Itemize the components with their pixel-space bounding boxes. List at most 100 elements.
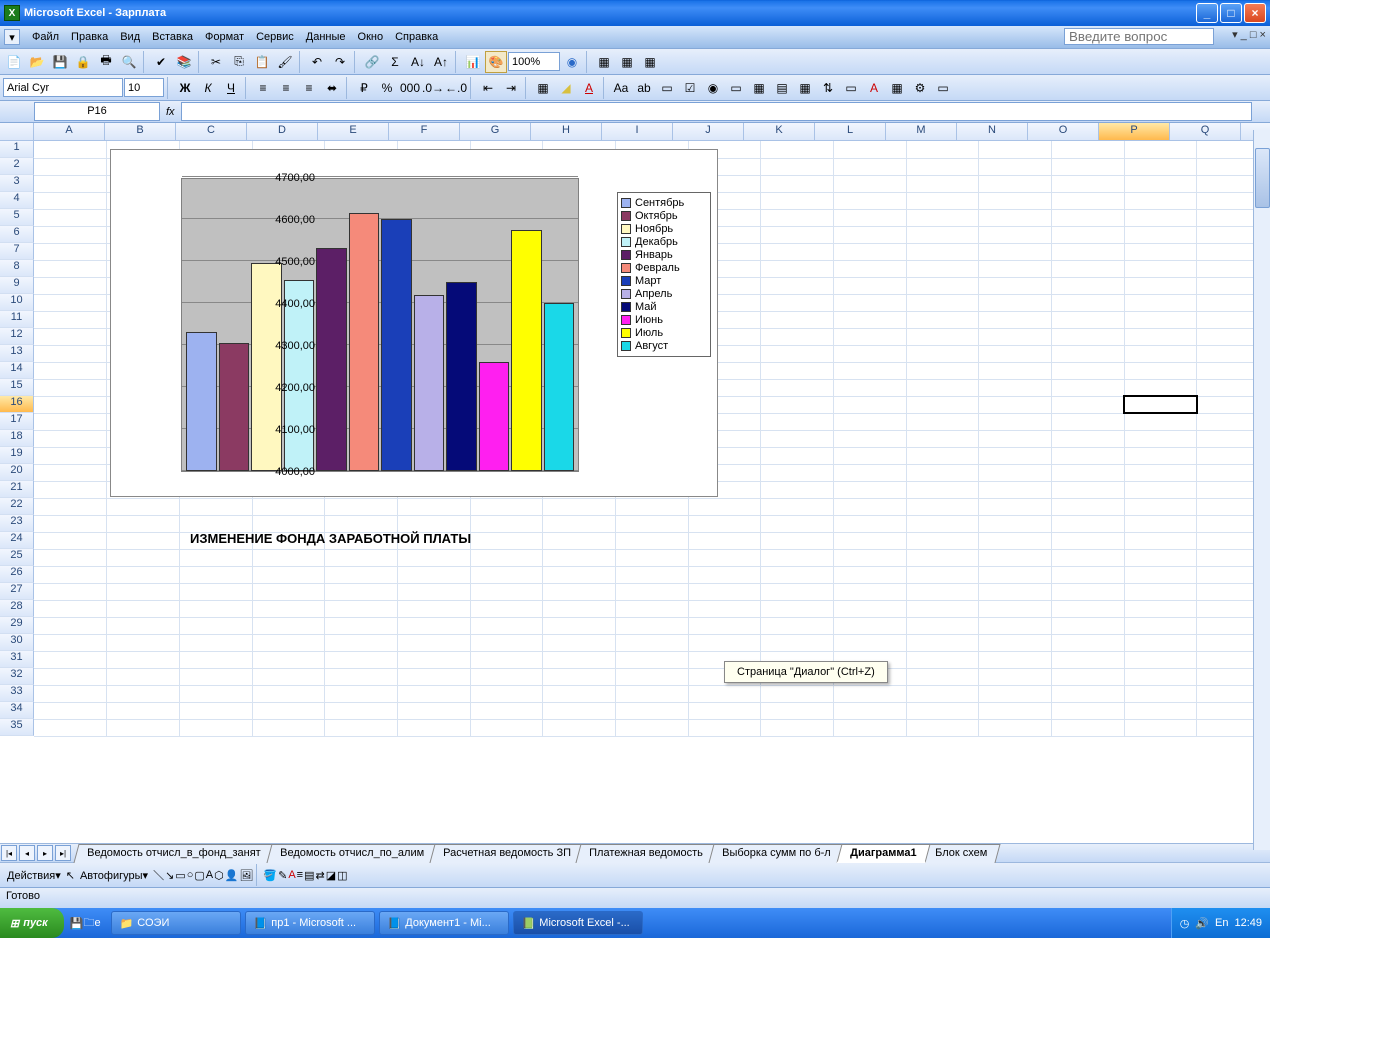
tray-icon[interactable]: ◷	[1180, 917, 1190, 930]
menu-Окно[interactable]: Окно	[352, 29, 390, 45]
legend-item[interactable]: Июнь	[621, 314, 707, 326]
shadow-button[interactable]: ◪	[326, 869, 336, 882]
line-button[interactable]: ＼	[153, 867, 164, 883]
bar-Сентябрь[interactable]	[186, 332, 217, 471]
currency-button[interactable]: ₽	[353, 77, 375, 99]
row-header[interactable]: 24	[0, 532, 34, 549]
row-header[interactable]: 15	[0, 379, 34, 396]
tray-icon[interactable]: 🔊	[1195, 917, 1209, 930]
sheet-tab[interactable]: Ведомость отчисл_в_фонд_занят	[73, 844, 274, 863]
bar-Июнь[interactable]	[479, 362, 510, 471]
chart-legend[interactable]: СентябрьОктябрьНоябрьДекабрьЯнварьФеврал…	[617, 192, 711, 357]
formula-bar[interactable]	[181, 102, 1252, 121]
doc-window-controls[interactable]: ▾ _ □ ×	[1232, 28, 1266, 41]
row-header[interactable]: 29	[0, 617, 34, 634]
maximize-button[interactable]: □	[1220, 3, 1242, 23]
col-header-D[interactable]: D	[247, 123, 318, 140]
line-style-button[interactable]: ≡	[297, 869, 303, 881]
actions-menu[interactable]: Действия▾	[3, 869, 65, 882]
ext-button-1[interactable]: ▦	[593, 51, 615, 73]
legend-item[interactable]: Март	[621, 275, 707, 287]
menu-Данные[interactable]: Данные	[300, 29, 352, 45]
print-button[interactable]: 🖶	[95, 51, 117, 73]
font-color-button[interactable]: A	[578, 77, 600, 99]
sheet-tab[interactable]: Платежная ведомость	[576, 844, 717, 863]
wordart-button[interactable]: A	[206, 869, 213, 881]
bar-Ноябрь[interactable]	[251, 263, 282, 471]
bar-Март[interactable]	[381, 219, 412, 471]
dec-decimal-button[interactable]: ←.0	[445, 77, 467, 99]
row-header[interactable]: 12	[0, 328, 34, 345]
rectangle-button[interactable]: ▭	[175, 869, 185, 882]
taskbar-button[interactable]: 📁СОЭИ	[111, 911, 241, 935]
tab-nav-prev[interactable]: ◂	[19, 845, 35, 861]
row-header[interactable]: 26	[0, 566, 34, 583]
drawing-button[interactable]: 🎨	[485, 51, 507, 73]
clipart-button[interactable]: 👤	[225, 869, 239, 882]
forms-button-3[interactable]: ▭	[656, 77, 678, 99]
bar-Июль[interactable]	[511, 230, 542, 472]
inc-decimal-button[interactable]: .0→	[422, 77, 444, 99]
row-header[interactable]: 10	[0, 294, 34, 311]
legend-item[interactable]: Февраль	[621, 262, 707, 274]
italic-button[interactable]: К	[197, 77, 219, 99]
open-button[interactable]: 📂	[26, 51, 48, 73]
forms-button-11[interactable]: ▭	[840, 77, 862, 99]
fx-icon[interactable]: fx	[166, 106, 175, 118]
forms-button-2[interactable]: ab	[633, 77, 655, 99]
row-header[interactable]: 11	[0, 311, 34, 328]
taskbar-button[interactable]: 📗Microsoft Excel -...	[513, 911, 643, 935]
ext-button-2[interactable]: ▦	[616, 51, 638, 73]
new-button[interactable]: 📄	[3, 51, 25, 73]
tab-nav-last[interactable]: ▸|	[55, 845, 71, 861]
col-header-F[interactable]: F	[389, 123, 460, 140]
oval-button[interactable]: ○	[187, 869, 194, 881]
autoshapes-menu[interactable]: Автофигуры▾	[76, 869, 152, 882]
preview-button[interactable]: 🔍	[118, 51, 140, 73]
col-header-L[interactable]: L	[815, 123, 886, 140]
forms-button-8[interactable]: ▤	[771, 77, 793, 99]
forms-button-15[interactable]: ▭	[932, 77, 954, 99]
undo-button[interactable]: ↶	[306, 51, 328, 73]
col-header-G[interactable]: G	[460, 123, 531, 140]
legend-item[interactable]: Октябрь	[621, 210, 707, 222]
permissions-button[interactable]: 🔒	[72, 51, 94, 73]
arrow-style-button[interactable]: ⇄	[315, 869, 324, 882]
tab-nav-next[interactable]: ▸	[37, 845, 53, 861]
spelling-button[interactable]: ✔	[150, 51, 172, 73]
row-header[interactable]: 22	[0, 498, 34, 515]
embedded-chart[interactable]: 4000,004100,004200,004300,004400,004500,…	[110, 149, 718, 497]
menu-Справка[interactable]: Справка	[389, 29, 444, 45]
row-header[interactable]: 7	[0, 243, 34, 260]
sort-asc-button[interactable]: A↓	[407, 51, 429, 73]
redo-button[interactable]: ↷	[329, 51, 351, 73]
select-objects-button[interactable]: ↖	[66, 869, 75, 882]
sheet-tab[interactable]: Диаграмма1	[836, 844, 930, 863]
save-button[interactable]: 💾	[49, 51, 71, 73]
fill-button[interactable]: 🪣	[263, 869, 277, 882]
fill-color-button[interactable]: ◢	[555, 77, 577, 99]
row-header[interactable]: 34	[0, 702, 34, 719]
legend-item[interactable]: Сентябрь	[621, 197, 707, 209]
row-header[interactable]: 4	[0, 192, 34, 209]
row-header[interactable]: 3	[0, 175, 34, 192]
col-header-B[interactable]: B	[105, 123, 176, 140]
sheet-tab[interactable]: Блок схем	[922, 844, 1001, 863]
chart-plot-area[interactable]	[181, 178, 579, 472]
legend-item[interactable]: Май	[621, 301, 707, 313]
bar-Май[interactable]	[446, 282, 477, 471]
col-header-I[interactable]: I	[602, 123, 673, 140]
tray-lang[interactable]: En	[1215, 917, 1228, 929]
cut-button[interactable]: ✂	[205, 51, 227, 73]
row-header[interactable]: 27	[0, 583, 34, 600]
paste-button[interactable]: 📋	[251, 51, 273, 73]
select-all-corner[interactable]	[0, 123, 34, 140]
legend-item[interactable]: Апрель	[621, 288, 707, 300]
forms-button-13[interactable]: ▦	[886, 77, 908, 99]
dec-indent-button[interactable]: ⇤	[477, 77, 499, 99]
align-left-button[interactable]: ≡	[252, 77, 274, 99]
comma-button[interactable]: 000	[399, 77, 421, 99]
row-header[interactable]: 18	[0, 430, 34, 447]
worksheet[interactable]: ABCDEFGHIJKLMNOPQ 1234567891011121314151…	[0, 123, 1270, 843]
sort-desc-button[interactable]: A↑	[430, 51, 452, 73]
